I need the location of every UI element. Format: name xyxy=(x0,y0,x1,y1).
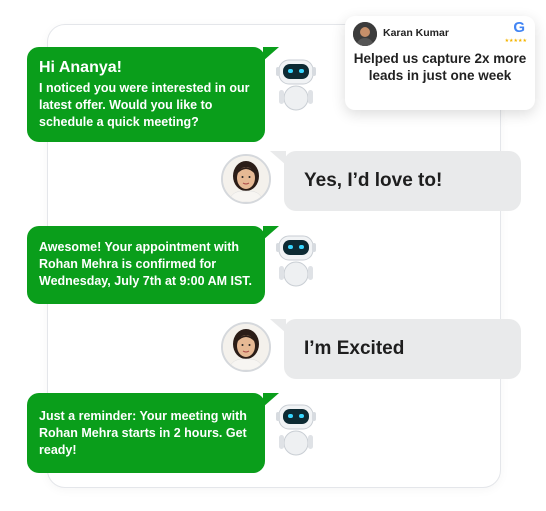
review-card: Karan Kumar G ★★★★★ Helped us capture 2x… xyxy=(345,16,535,110)
bot-message-text: Just a reminder: Your meeting with Rohan… xyxy=(39,409,247,457)
robot-icon xyxy=(276,235,316,287)
rating-stars: ★★★★★ xyxy=(504,38,527,44)
google-g-icon: G xyxy=(513,19,525,36)
robot-icon xyxy=(276,404,316,456)
bot-message-text: I noticed you were interested in our lat… xyxy=(39,81,250,129)
reviewer-name: Karan Kumar xyxy=(383,27,449,39)
bot-message-text: Awesome! Your appointment with Rohan Meh… xyxy=(39,240,253,288)
user-avatar xyxy=(221,154,271,204)
user-message-1: Yes, I’d love to! xyxy=(270,151,521,211)
bot-message-3: Just a reminder: Your meeting with Rohan… xyxy=(27,393,279,473)
user-message-text: I’m Excited xyxy=(304,338,405,359)
woman-avatar-icon xyxy=(223,324,269,370)
bot-message-1: Hi Ananya! I noticed you were interested… xyxy=(27,47,279,142)
bot-message-2: Awesome! Your appointment with Rohan Meh… xyxy=(27,226,279,304)
user-message-2: I’m Excited xyxy=(270,319,521,379)
reviewer-avatar xyxy=(353,22,377,46)
review-text: Helped us capture 2x more leads in just … xyxy=(353,51,527,83)
user-avatar xyxy=(221,322,271,372)
woman-avatar-icon xyxy=(223,156,269,202)
robot-icon xyxy=(276,59,316,111)
bot-greeting: Hi Ananya! xyxy=(39,59,122,76)
man-avatar-icon xyxy=(353,22,377,46)
user-message-text: Yes, I’d love to! xyxy=(304,170,443,191)
